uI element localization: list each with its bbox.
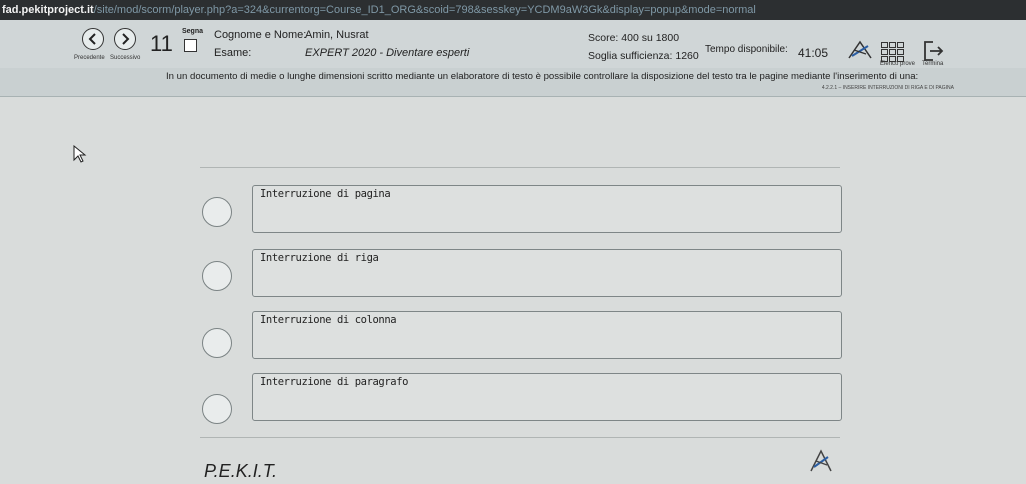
threshold-text: Soglia sufficienza: 1260 — [588, 50, 699, 62]
question-number: 11 — [150, 31, 173, 56]
option-box[interactable]: Interruzione di paragrafo — [252, 373, 842, 421]
question-list-label: Elenco prove — [880, 61, 916, 67]
name-label: Cognome e Nome: — [214, 29, 307, 41]
logo-icon — [848, 40, 872, 59]
question-list-icon[interactable] — [881, 42, 904, 62]
mark-label: Segna — [182, 28, 204, 35]
top-divider — [200, 167, 840, 168]
option-box[interactable]: Interruzione di riga — [252, 249, 842, 297]
question-text: In un documento di medie o lunghe dimens… — [166, 71, 919, 82]
time-value: 41:05 — [798, 46, 829, 60]
score-text: Score: 400 su 1800 — [588, 32, 680, 44]
exam-value: EXPERT 2020 - Diventare esperti — [305, 47, 470, 59]
option-radio[interactable] — [202, 394, 232, 424]
previous-button[interactable] — [82, 28, 104, 50]
address-bar[interactable]: fad.pekitproject.it/site/mod/scorm/playe… — [0, 0, 1026, 20]
chevron-right-icon — [122, 33, 130, 45]
option-label: Interruzione di paragrafo — [260, 376, 409, 388]
mark-checkbox[interactable] — [184, 39, 197, 52]
option-radio[interactable] — [202, 261, 232, 291]
next-button[interactable] — [114, 28, 136, 50]
question-band: In un documento di medie o lunghe dimens… — [0, 68, 1026, 97]
exam-label: Esame: — [214, 47, 252, 59]
option-box[interactable]: Interruzione di pagina — [252, 185, 842, 233]
time-label: Tempo disponibile: — [705, 44, 788, 55]
footer-logo-icon — [810, 449, 832, 472]
url-path: /site/mod/scorm/player.php?a=324&current… — [93, 4, 756, 16]
option-label: Interruzione di pagina — [260, 188, 391, 200]
test-toolbar: Precedente Successivo 11 Segna Cognome e… — [0, 20, 1026, 69]
chevron-left-icon — [88, 33, 96, 45]
option-radio[interactable] — [202, 197, 232, 227]
option-radio[interactable] — [202, 328, 232, 358]
mouse-cursor-icon — [73, 145, 87, 163]
bottom-divider — [200, 437, 840, 438]
question-reference: 4.2.2.1 – INSERIRE INTERRUZIONI DI RIGA … — [821, 85, 954, 91]
url-host: fad.pekitproject.it — [2, 4, 94, 16]
footer-logo: P.E.K.I.T. — [204, 461, 278, 481]
next-label: Successivo — [110, 55, 141, 61]
option-label: Interruzione di riga — [260, 252, 379, 264]
previous-label: Precedente — [74, 55, 105, 61]
exit-icon[interactable] — [922, 40, 944, 62]
name-value: Amin, Nusrat — [305, 29, 369, 41]
option-label: Interruzione di colonna — [260, 314, 397, 326]
option-box[interactable]: Interruzione di colonna — [252, 311, 842, 359]
exit-label: Termina — [922, 61, 944, 67]
